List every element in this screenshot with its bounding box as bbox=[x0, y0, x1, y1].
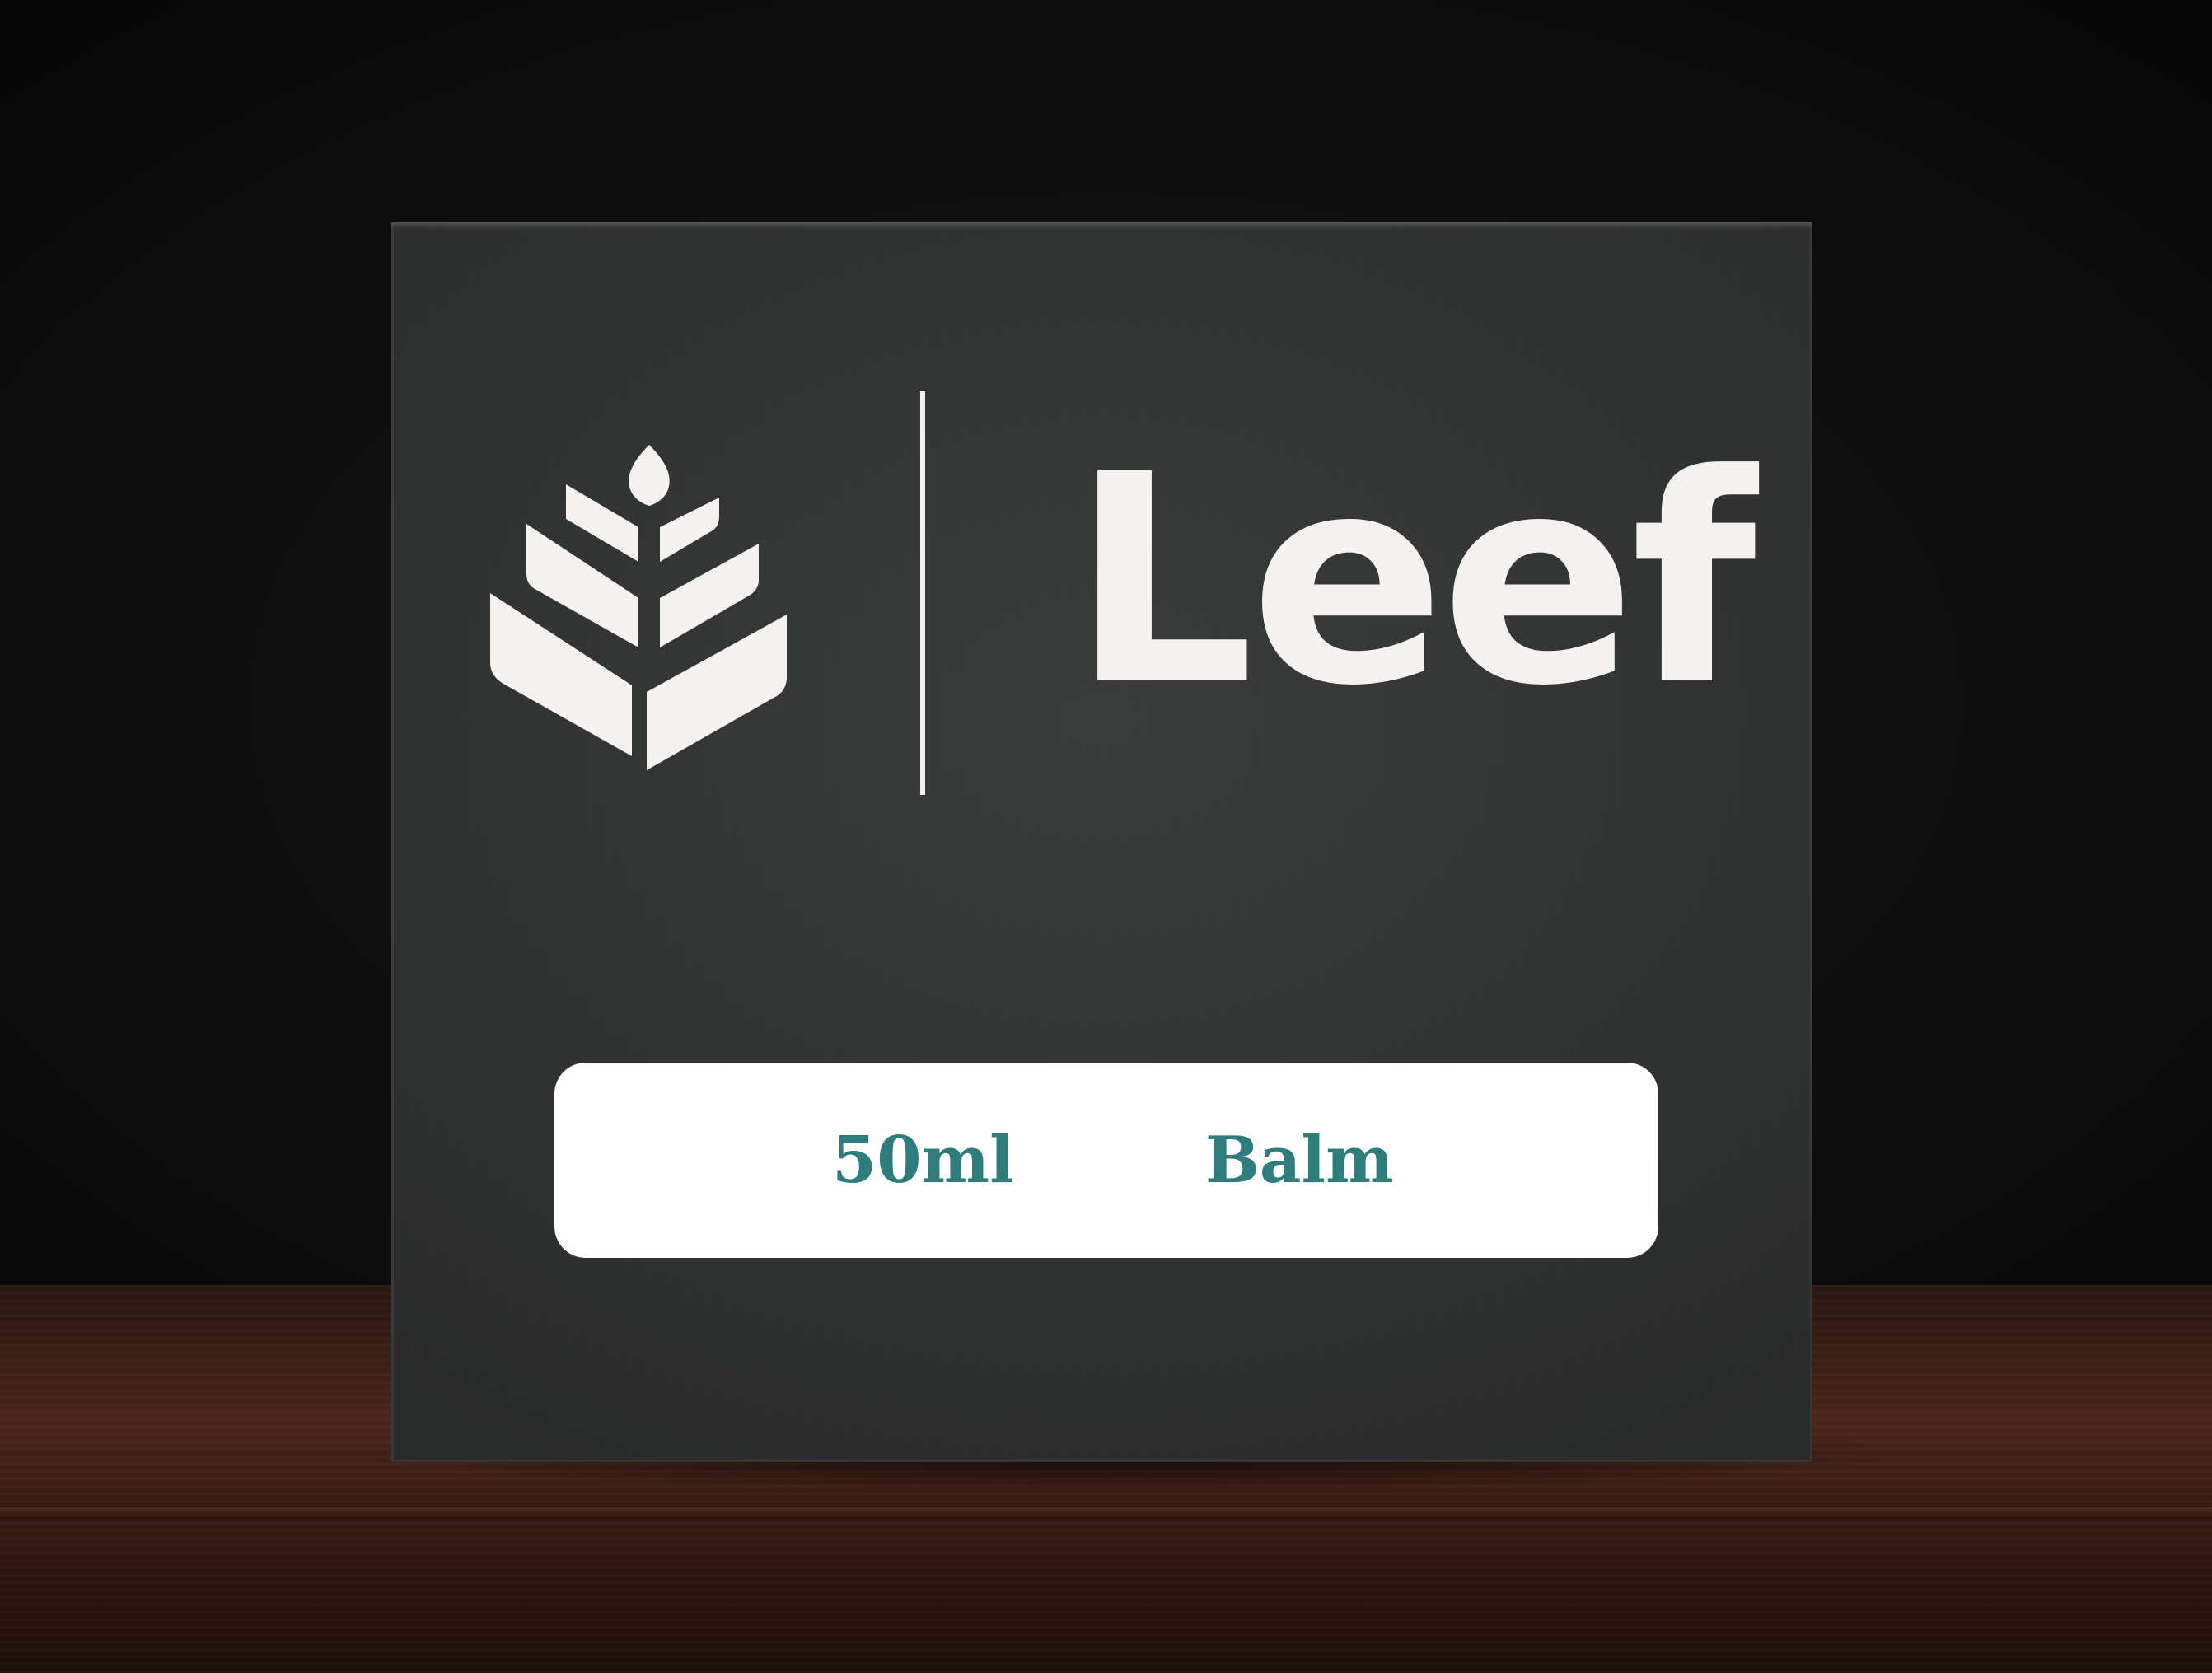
shelf-edge bbox=[0, 1507, 2212, 1519]
box-lid-edge bbox=[391, 222, 1812, 229]
product-photo-scene: Leef 50ml Balm bbox=[0, 0, 2212, 1673]
brand-wordmark: Leef bbox=[1071, 413, 1756, 749]
product-box bbox=[391, 222, 1812, 1462]
logo-divider bbox=[920, 391, 925, 795]
product-label: 50ml Balm bbox=[554, 1063, 1658, 1258]
leaf-sprout-icon bbox=[490, 445, 787, 770]
product-type-label: Balm bbox=[1205, 1123, 1394, 1198]
box-texture bbox=[391, 222, 1812, 1462]
volume-label: 50ml bbox=[832, 1123, 1014, 1198]
